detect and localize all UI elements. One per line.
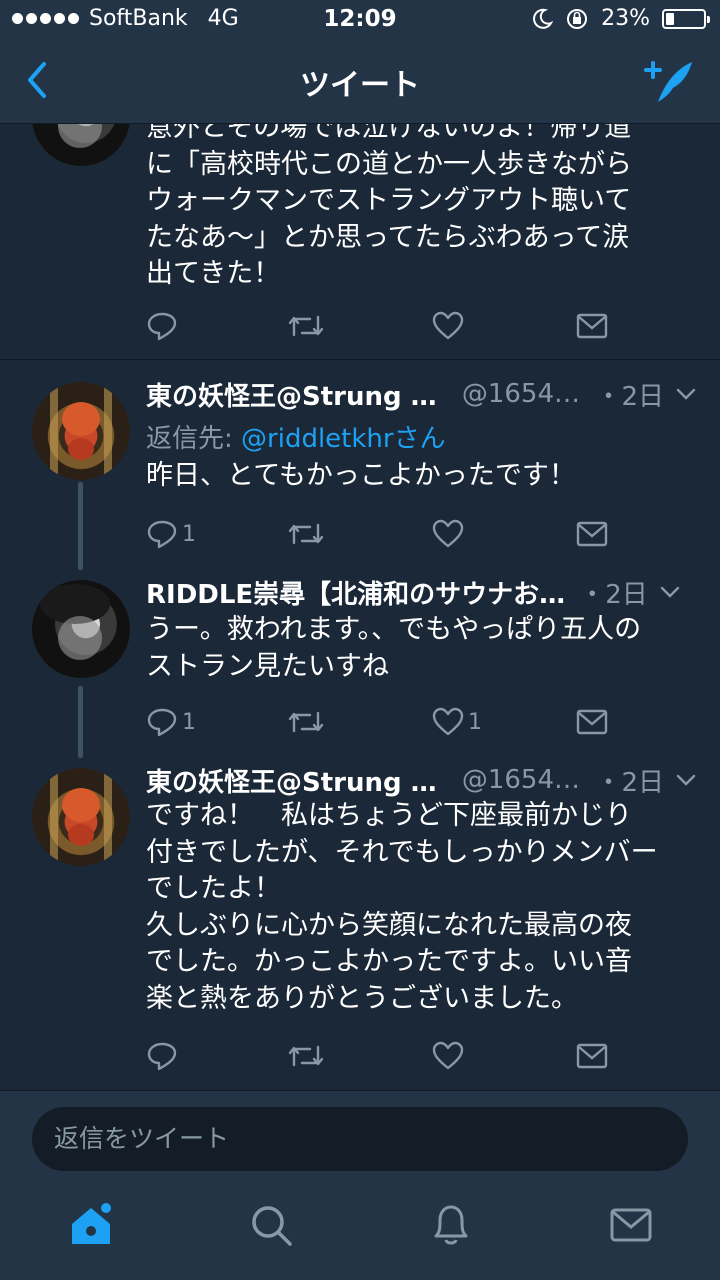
reply-button[interactable]: [146, 308, 178, 344]
display-name[interactable]: 東の妖怪王@Strung out: [146, 376, 454, 413]
reply-count: 1: [182, 709, 196, 735]
reply-icon: [147, 708, 177, 737]
reply-to-link[interactable]: @riddletkhrさん: [241, 424, 446, 454]
envelope-icon: [576, 521, 608, 547]
tweet-time: ・2日: [579, 579, 648, 610]
envelope-icon: [576, 313, 608, 339]
chevron-down-icon[interactable]: [676, 773, 696, 787]
avatar[interactable]: [32, 580, 130, 678]
page-title: ツイート: [300, 68, 420, 103]
rotation-lock-icon: [567, 8, 588, 29]
tweet-item[interactable]: 意外とその場では泣けないのよ！帰り道 に「高校時代この道とか一人歩きながら ウォ…: [0, 68, 720, 360]
tweet-actions: 1 1: [146, 704, 626, 740]
retweet-icon: [288, 711, 324, 733]
retweet-button[interactable]: [288, 308, 324, 344]
user-handle[interactable]: @1654_...: [462, 765, 590, 795]
compose-tweet-button[interactable]: [642, 56, 696, 106]
thread-line: [78, 686, 83, 758]
display-name[interactable]: 東の妖怪王@Strung out: [146, 762, 454, 799]
status-bar: SoftBank 4G 12:09 23%: [0, 0, 720, 40]
heart-icon: [432, 311, 464, 340]
tweet-item[interactable]: 東の妖怪王@Strung out @1654_... ・2日 返信先: @rid…: [0, 360, 720, 570]
retweet-button[interactable]: [288, 1038, 324, 1074]
reply-icon: [147, 312, 177, 341]
reply-icon: [147, 520, 177, 549]
tab-bar: [0, 1186, 720, 1280]
tweet-actions: [146, 308, 626, 344]
avatar[interactable]: [32, 382, 130, 480]
like-button[interactable]: [432, 516, 468, 552]
reply-icon: [147, 1042, 177, 1071]
tweet-time: ・2日: [595, 767, 664, 798]
reply-button[interactable]: 1: [146, 516, 196, 552]
like-button[interactable]: 1: [432, 704, 482, 740]
retweet-icon: [288, 1045, 324, 1067]
moon-icon: [533, 8, 554, 29]
notifications-icon[interactable]: [426, 1200, 476, 1250]
tweet-time: ・2日: [595, 381, 664, 412]
retweet-button[interactable]: [288, 704, 324, 740]
reply-context: 返信先: @riddletkhrさん: [146, 418, 446, 455]
heart-icon: [432, 1041, 464, 1070]
heart-icon: [432, 707, 464, 736]
retweet-button[interactable]: [288, 516, 324, 552]
heart-icon: [432, 519, 464, 548]
like-button[interactable]: [432, 1038, 468, 1074]
share-button[interactable]: [576, 1038, 608, 1074]
display-name[interactable]: RIDDLE崇尋【北浦和のサウナお…: [146, 574, 565, 611]
like-button[interactable]: [432, 308, 464, 344]
header: SoftBank 4G 12:09 23% ツイート: [0, 0, 720, 124]
reply-input[interactable]: 返信をツイート: [32, 1107, 688, 1171]
user-handle[interactable]: @1654_...: [462, 379, 590, 409]
home-icon[interactable]: [66, 1200, 116, 1250]
tweet-text: ですね！ 私はちょうど下座最前かじり 付きでしたが、それでもしっかりメンバー で…: [146, 800, 658, 1014]
tweet-text: 昨日、とてもかっこよかったです！: [146, 460, 576, 491]
tweet-text: 意外とその場では泣けないのよ！帰り道 に「高校時代この道とか一人歩きながら ウォ…: [146, 112, 632, 289]
tweet-item[interactable]: 東の妖怪王@Strung out @1654_... ・2日 ですね！ 私はちょ…: [0, 752, 720, 1090]
share-button[interactable]: [576, 516, 608, 552]
reply-bar: 返信をツイート: [0, 1090, 720, 1186]
search-icon[interactable]: [246, 1200, 296, 1250]
battery-percent: 23%: [601, 6, 650, 31]
envelope-icon: [576, 709, 608, 735]
tweet-actions: [146, 1038, 626, 1074]
retweet-icon: [288, 315, 324, 337]
retweet-icon: [288, 523, 324, 545]
reply-count: 1: [182, 521, 196, 547]
thread-line: [78, 482, 83, 570]
battery-icon: [662, 8, 710, 29]
tweet-actions: 1: [146, 516, 626, 552]
messages-icon[interactable]: [606, 1200, 656, 1250]
like-count: 1: [468, 709, 482, 735]
share-button[interactable]: [576, 704, 608, 740]
chevron-down-icon[interactable]: [676, 387, 696, 401]
share-button[interactable]: [576, 308, 608, 344]
envelope-icon: [576, 1043, 608, 1069]
tweet-text: うー。救われます。、でもやっぱり五人の ストラン見たいすね: [146, 614, 642, 682]
reply-button[interactable]: 1: [146, 704, 196, 740]
reply-button[interactable]: [146, 1038, 182, 1074]
chevron-down-icon[interactable]: [660, 585, 680, 599]
reply-prefix: 返信先:: [146, 424, 242, 454]
avatar[interactable]: [32, 768, 130, 866]
tweet-item[interactable]: RIDDLE崇尋【北浦和のサウナお… ・2日 うー。救われます。、でもやっぱり五…: [0, 560, 720, 758]
